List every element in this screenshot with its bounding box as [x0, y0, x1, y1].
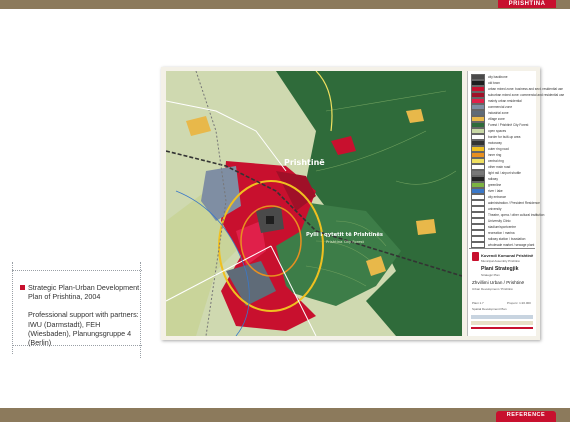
- title-block-plan-title: Plani Strategjik: [481, 266, 519, 272]
- partner-logos-strip: [471, 315, 533, 319]
- map-title-block: Kuvendi Komunal Prishtinë Municipal Asse…: [469, 248, 535, 335]
- urban-plan-map-image: Prishtinë Pylli i qytetit të Prishtinës …: [161, 67, 564, 340]
- caption-dotted-line-top: [12, 270, 142, 271]
- caption-partners-line4: (Berlin): [28, 338, 52, 348]
- image-caption: Strategic Plan-Urban Development Plan of…: [20, 283, 148, 347]
- legend-label: University Clinic: [488, 219, 511, 223]
- legend-label: city entrance: [488, 195, 507, 199]
- caption-partners-line3: (Wiesbaden), Planungsgruppe 4: [28, 328, 132, 338]
- legend-label: city backbone: [488, 75, 508, 79]
- legend-label: other main road: [488, 165, 511, 169]
- legend-label: railway station / busstation: [488, 237, 526, 241]
- legend-label: inner ring: [488, 153, 502, 157]
- map-legend: city backbone old town urban mixed zone: b…: [467, 71, 564, 336]
- header-tab: PRISHTINA: [498, 0, 556, 8]
- legend-label: Theatre, opera / other cultural institut…: [488, 213, 545, 217]
- legend-label: administration / President Residence: [488, 201, 540, 205]
- legend-label: university: [488, 207, 502, 211]
- legend-label: wholesale market / sewage plant: [488, 243, 535, 247]
- title-block-dev-sub: Urban Development / Prishtinë: [472, 287, 513, 291]
- legend-label: outer ring road: [488, 147, 509, 151]
- legend-label: Forest / Prishtinë City Forest: [488, 123, 529, 127]
- title-block-plan-sub: Strategic Plan: [481, 273, 500, 277]
- legend-label: urban mixed zone: business and sect. res…: [488, 87, 563, 91]
- legend-label: railway: [488, 177, 498, 181]
- top-bar: [0, 0, 570, 9]
- caption-partners-line2: IWU (Darmstadt), FEH: [28, 319, 101, 329]
- legend-label: recreation / marina: [488, 231, 515, 235]
- title-block-bottom-rule: [471, 327, 533, 329]
- caption-title-line2: Plan of Prishtina, 2004: [28, 292, 101, 302]
- legend-label: old town: [488, 81, 500, 85]
- caption-title-line1: Strategic Plan-Urban Development: [28, 283, 140, 292]
- caption-partners: Professional support with partners: IWU …: [28, 310, 148, 347]
- bottom-bar: [0, 408, 570, 422]
- legend-label: commercial zone: [488, 105, 513, 109]
- legend-label: central ring: [488, 159, 504, 163]
- legend-label: light rail / airport shuttle: [488, 171, 521, 175]
- map-drawing: Prishtinë Pylli i qytetit të Prishtinës …: [166, 71, 462, 336]
- title-block-org-sub: Municipal Assembly Prishtinë: [481, 259, 520, 263]
- legend-label: suburban mixed zone: commercial and resi…: [488, 93, 565, 97]
- old-town: [266, 216, 274, 224]
- legend-label: stadium/sportcentre: [488, 225, 516, 229]
- title-block-footer: Spatial Development Plan: [472, 307, 507, 311]
- title-block-dev-title: Zhvillimi Urban / Prishtinë: [472, 280, 525, 285]
- legend-label: river / lake: [488, 189, 503, 193]
- legend-label: greenline: [488, 183, 502, 187]
- map-forest-label: Pylli i qytetit të Prishtinës: [306, 232, 383, 238]
- legend-label: open spaces: [488, 129, 507, 133]
- legend-label: border for built-up area: [488, 135, 521, 139]
- municipality-logo: [472, 252, 479, 261]
- legend-label: village zone: [488, 117, 505, 121]
- caption-partners-line1: Professional support with partners:: [28, 310, 139, 320]
- footer-tab: REFERENCE: [496, 411, 556, 422]
- caption-dotted-line-left: [12, 262, 13, 354]
- legend-label: motorway: [488, 141, 502, 145]
- legend-label: industrial zone: [488, 111, 509, 115]
- caption-bullet: [20, 285, 25, 290]
- title-block-scale: Proporc: 1:20.000: [507, 301, 531, 305]
- title-block-org: Kuvendi Komunal Prishtinë: [481, 253, 534, 258]
- title-block-plan-no: Plani 1.7: [472, 301, 484, 305]
- partner-logos-strip-2: [471, 321, 533, 325]
- caption-title: Strategic Plan-Urban Development Plan of…: [28, 283, 148, 301]
- legend-label: mainly urban residential: [488, 99, 522, 103]
- map-forest-sublabel: Prishtina City Forest: [326, 239, 365, 244]
- map-city-label: Prishtinë: [284, 158, 325, 167]
